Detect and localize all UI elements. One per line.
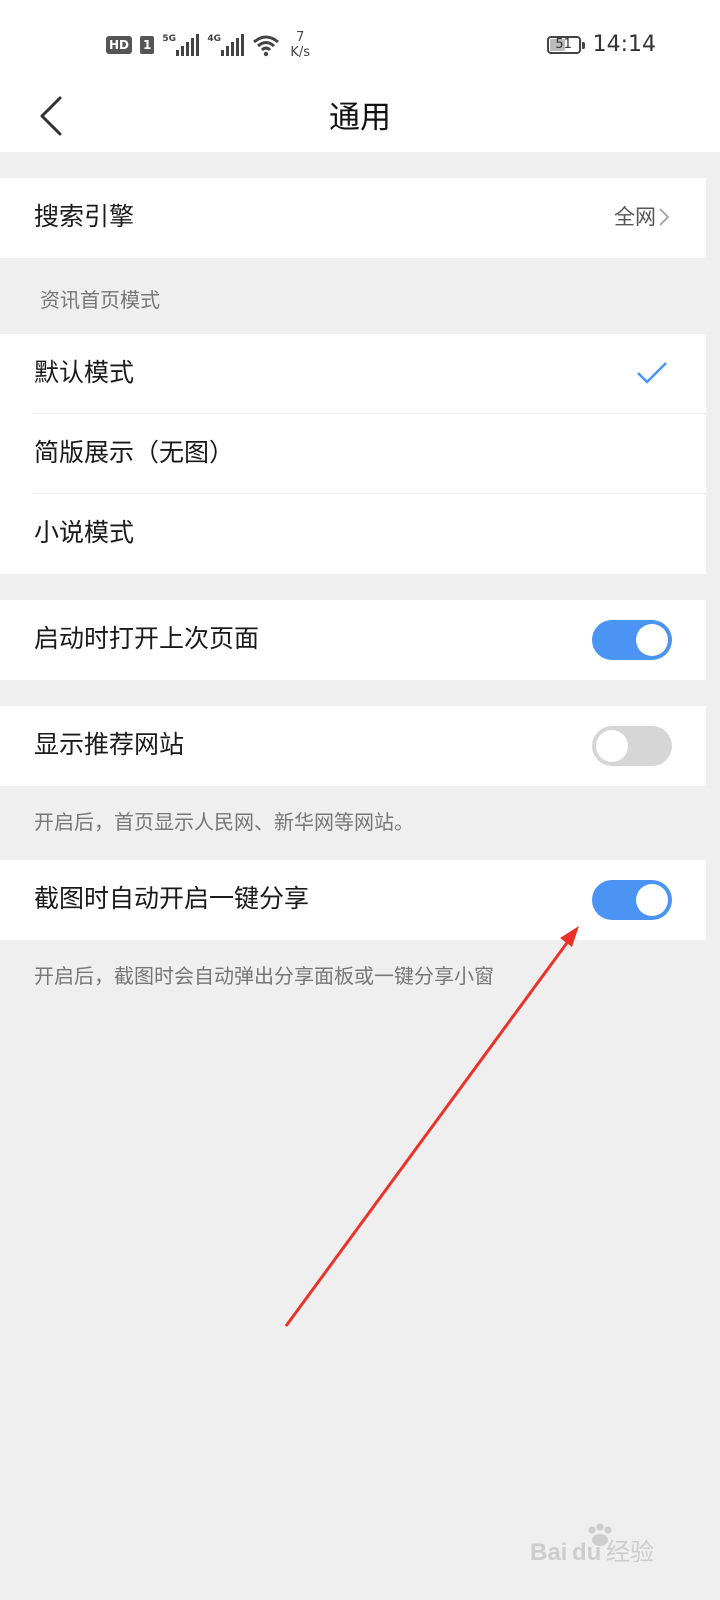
baidu-jingyan-watermark: Bai du 经验 [530,1523,654,1566]
search-engine-value: 全网 [614,205,656,229]
network-speed: 7 K/s [290,30,310,60]
wifi-icon [253,35,280,57]
restore-page-row: 启动时打开上次页面 [0,600,706,680]
restore-page-label: 启动时打开上次页面 [34,624,260,653]
signal-4g-icon: 4G [207,34,245,56]
hd-icon: HD [106,36,133,54]
nav-bar: 通用 [0,78,720,152]
mode-option-default[interactable]: 默认模式 [0,334,706,414]
svg-text:du: du [572,1539,601,1566]
clock: 14:14 [592,32,656,57]
news-mode-card: 默认模式 简版展示（无图） 小说模式 [0,334,706,574]
screenshot-share-note: 开启后，截图时会自动弹出分享面板或一键分享小窗 [34,964,494,988]
search-engine-label: 搜索引擎 [34,202,135,231]
battery-level: 51 [555,36,572,52]
signal-4g-label: 4G [207,34,222,44]
mode-option-simple[interactable]: 简版展示（无图） [0,414,706,494]
mode-option-label: 默认模式 [34,358,135,387]
search-engine-row[interactable]: 搜索引擎 全网 [0,178,706,258]
battery-icon: 51 [546,35,585,54]
page-title: 通用 [329,100,391,136]
status-right: 51 14:14 [546,32,656,57]
mode-option-label: 简版展示（无图） [34,438,235,467]
status-bar: HD 1 5G 4G 7 K/s 51 14:14 [0,0,720,78]
news-mode-header: 资讯首页模式 [40,288,160,312]
recommended-sites-card: 显示推荐网站 [0,706,706,786]
screenshot-share-card: 截图时自动开启一键分享 [0,860,706,940]
recommended-sites-label: 显示推荐网站 [34,730,185,759]
screenshot-share-toggle[interactable] [592,880,672,920]
svg-text:Bai: Bai [530,1539,567,1566]
signal-5g-label: 5G [162,34,177,44]
recommended-sites-toggle[interactable] [592,726,672,766]
sim-badge: 1 [140,36,155,54]
restore-page-toggle[interactable] [592,620,672,660]
screenshot-share-label: 截图时自动开启一键分享 [34,884,310,913]
chevron-right-icon [659,208,670,226]
recommended-sites-note: 开启后，首页显示人民网、新华网等网站。 [34,810,414,834]
recommended-sites-row: 显示推荐网站 [0,706,706,786]
network-speed-unit: K/s [290,45,311,60]
signal-5g-icon: 5G [162,34,200,56]
search-engine-card: 搜索引擎 全网 [0,178,706,258]
checkmark-icon [637,362,667,384]
network-speed-value: 7 [296,30,305,45]
restore-page-card: 启动时打开上次页面 [0,600,706,680]
mode-option-novel[interactable]: 小说模式 [0,494,706,574]
svg-text:经验: 经验 [606,1538,654,1566]
mode-option-label: 小说模式 [34,518,135,547]
status-left: HD 1 5G 4G 7 K/s [106,30,310,60]
screenshot-share-row: 截图时自动开启一键分享 [0,860,706,940]
